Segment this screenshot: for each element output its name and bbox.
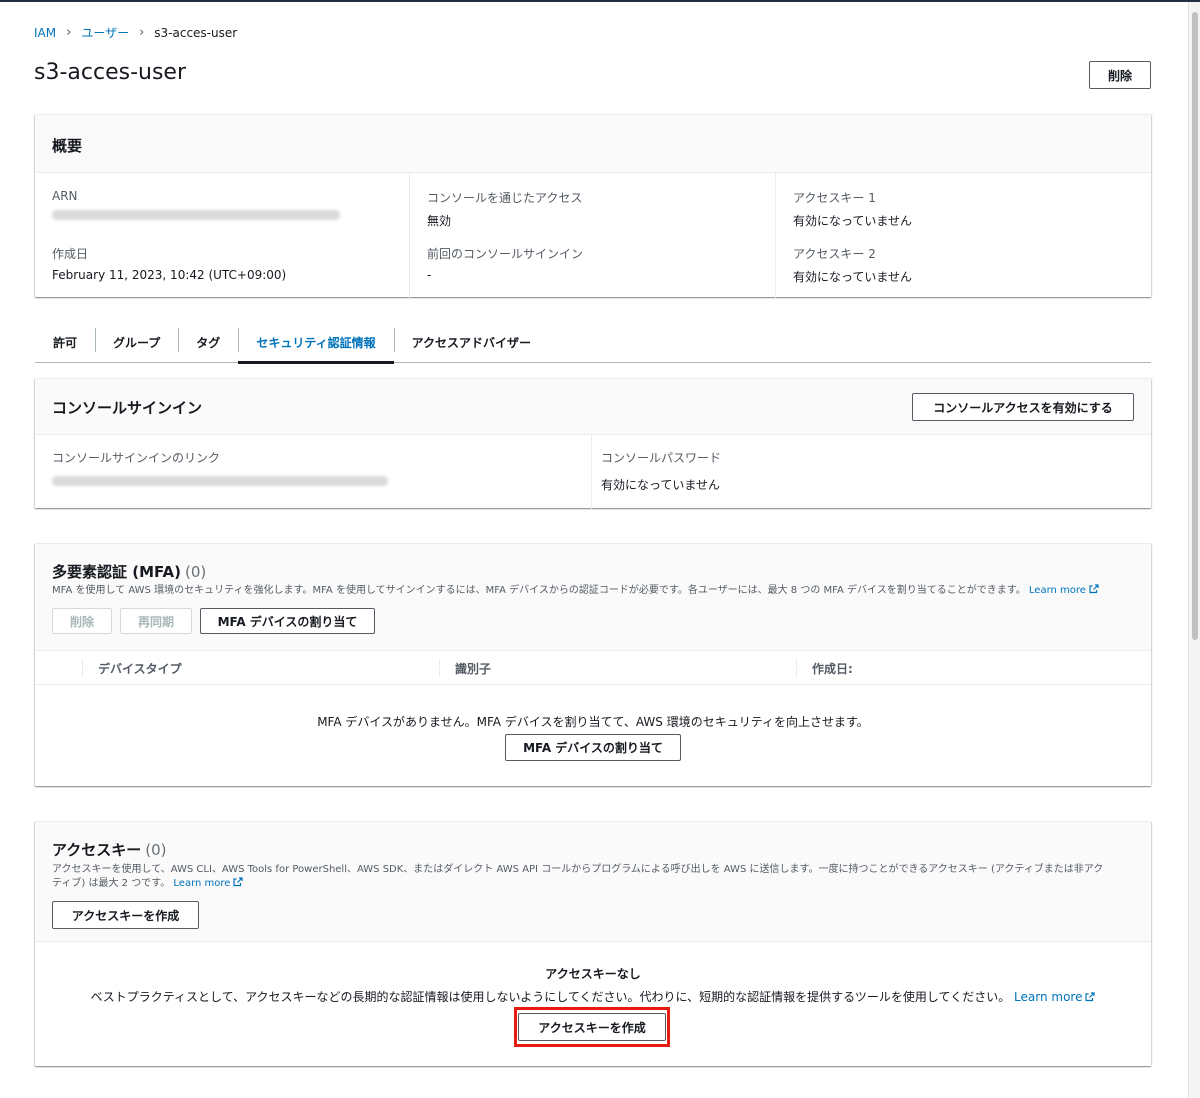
breadcrumb-current: s3-acces-user	[154, 25, 238, 40]
chevron-right-icon: ›	[66, 25, 72, 40]
column-created[interactable]: 作成日:	[796, 651, 853, 685]
access-keys-panel: アクセスキー (0) アクセスキーを使用して、AWS CLI、AWS Tools …	[35, 821, 1151, 1066]
page-title: s3-acces-user	[34, 60, 186, 85]
no-access-keys-learn-more-link[interactable]: Learn more	[1014, 990, 1082, 1004]
last-signin-label: 前回のコンソールサインイン	[427, 247, 584, 261]
console-access-value: 無効	[427, 214, 452, 228]
tab-permissions[interactable]: 許可	[35, 322, 95, 362]
console-password-value: 有効になっていません	[601, 478, 721, 492]
console-signin-header: コンソールサインイン コンソールアクセスを有効にする	[35, 379, 1151, 435]
delete-user-button[interactable]: 削除	[1089, 61, 1151, 89]
external-link-icon	[1085, 992, 1096, 1002]
tab-security-credentials[interactable]: セキュリティ認証情報	[238, 322, 394, 364]
access-key-2-value: 有効になっていません	[793, 270, 913, 284]
access-key-1-value: 有効になっていません	[793, 214, 913, 228]
console-link-column: コンソールサインインのリンク	[35, 435, 591, 509]
mfa-delete-button[interactable]: 削除	[52, 608, 112, 634]
mfa-title: 多要素認証 (MFA) (0)	[52, 561, 206, 582]
created-value: February 11, 2023, 10:42 (UTC+09:00)	[52, 268, 287, 282]
mfa-table-header: デバイスタイプ 識別子 作成日:	[35, 651, 1151, 685]
no-access-keys-title: アクセスキーなし	[545, 967, 641, 981]
summary-title: 概要	[52, 137, 83, 155]
vertical-scrollbar[interactable]	[1188, 2, 1200, 1098]
mfa-panel: 多要素認証 (MFA) (0) MFA を使用して AWS 環境のセキュリティを強…	[35, 543, 1151, 786]
mfa-learn-more-link[interactable]: Learn more	[1029, 585, 1086, 596]
summary-header: 概要	[35, 115, 1151, 173]
created-field: 作成日 February 11, 2023, 10:42 (UTC+09:00)	[52, 245, 286, 282]
no-access-keys-message: ベストプラクティスとして、アクセスキーなどの長期的な認証情報は使用しないようにし…	[35, 988, 1151, 1005]
mfa-title-text: 多要素認証 (MFA)	[52, 563, 181, 581]
scrollbar-thumb[interactable]	[1192, 12, 1198, 640]
column-device-type[interactable]: デバイスタイプ	[82, 651, 182, 685]
chevron-right-icon: ›	[139, 25, 145, 40]
tab-access-advisor[interactable]: アクセスアドバイザー	[393, 322, 549, 362]
console-password-label: コンソールパスワード	[601, 451, 722, 465]
console-signin-title: コンソールサインイン	[52, 399, 203, 417]
no-access-keys-text: ベストプラクティスとして、アクセスキーなどの長期的な認証情報は使用しないようにし…	[90, 990, 1011, 1004]
console-access-field: コンソールを通じたアクセス 無効	[427, 189, 582, 229]
assign-mfa-empty-button[interactable]: MFA デバイスの割り当て	[505, 734, 681, 761]
mfa-button-row: 削除 再同期 MFA デバイスの割り当て	[52, 608, 375, 634]
access-keys-description-line2: ティブ) は最大 2 つです。	[52, 878, 171, 889]
access-keys-description-line1: アクセスキーを使用して、AWS CLI、AWS Tools for PowerS…	[52, 864, 1104, 875]
access-keys-title: アクセスキー (0)	[52, 839, 167, 860]
access-keys-count: (0)	[145, 841, 167, 859]
column-identifier[interactable]: 識別子	[439, 651, 491, 685]
last-signin-field: 前回のコンソールサインイン -	[427, 245, 583, 282]
external-link-icon	[1089, 584, 1099, 594]
console-link-label: コンソールサインインのリンク	[52, 451, 221, 465]
breadcrumb-iam-link[interactable]: IAM	[34, 26, 56, 40]
breadcrumb: IAM › ユーザー › s3-acces-user	[34, 24, 237, 41]
summary-column-1: ARN 作成日 February 11, 2023, 10:42 (UTC+09…	[35, 173, 409, 298]
access-keys-learn-more-link[interactable]: Learn more	[173, 878, 230, 889]
mfa-resync-button[interactable]: 再同期	[120, 608, 192, 634]
mfa-count: (0)	[185, 563, 207, 581]
summary-column-2: コンソールを通じたアクセス 無効 前回のコンソールサインイン -	[409, 173, 775, 298]
mfa-header: 多要素認証 (MFA) (0) MFA を使用して AWS 環境のセキュリティを強…	[35, 544, 1151, 651]
summary-column-3: アクセスキー 1 有効になっていません アクセスキー 2 有効になっていません	[775, 173, 1151, 298]
console-signin-panel: コンソールサインイン コンソールアクセスを有効にする コンソールサインインのリン…	[35, 378, 1151, 509]
access-key-2-field: アクセスキー 2 有効になっていません	[793, 245, 912, 285]
access-key-1-label: アクセスキー 1	[793, 191, 876, 205]
tab-tags[interactable]: タグ	[178, 322, 238, 362]
console-password-column: コンソールパスワード 有効になっていません	[591, 435, 1151, 509]
access-key-1-field: アクセスキー 1 有効になっていません	[793, 189, 912, 229]
mfa-description-text: MFA を使用して AWS 環境のセキュリティを強化します。MFA を使用してサ…	[52, 585, 1026, 596]
summary-panel: 概要 ARN 作成日 February 11, 2023, 10:42 (UTC…	[35, 114, 1151, 298]
mfa-description: MFA を使用して AWS 環境のセキュリティを強化します。MFA を使用してサ…	[52, 584, 1099, 598]
tab-groups[interactable]: グループ	[95, 322, 178, 362]
assign-mfa-button[interactable]: MFA デバイスの割り当て	[200, 608, 375, 634]
last-signin-value: -	[427, 268, 432, 282]
console-link-field: コンソールサインインのリンク	[52, 449, 388, 489]
console-access-label: コンソールを通じたアクセス	[427, 191, 583, 205]
create-access-key-button[interactable]: アクセスキーを作成	[52, 901, 199, 929]
create-access-key-empty-button[interactable]: アクセスキーを作成	[518, 1013, 666, 1041]
access-keys-title-text: アクセスキー	[52, 841, 142, 859]
console-link-value-redacted[interactable]	[52, 475, 388, 489]
access-keys-header: アクセスキー (0) アクセスキーを使用して、AWS CLI、AWS Tools …	[35, 822, 1151, 942]
top-border	[0, 0, 1200, 2]
tab-bar: 許可 グループ タグ セキュリティ認証情報 アクセスアドバイザー	[35, 322, 1151, 364]
arn-value-redacted	[52, 209, 340, 223]
access-key-2-label: アクセスキー 2	[793, 247, 876, 261]
mfa-empty-message: MFA デバイスがありません。MFA デバイスを割り当てて、AWS 環境のセキュ…	[317, 715, 869, 729]
created-label: 作成日	[52, 247, 89, 261]
access-keys-description: アクセスキーを使用して、AWS CLI、AWS Tools for PowerS…	[52, 863, 1127, 891]
arn-label: ARN	[52, 189, 78, 203]
external-link-icon	[233, 877, 244, 887]
breadcrumb-users-link[interactable]: ユーザー	[81, 24, 129, 41]
enable-console-access-button[interactable]: コンソールアクセスを有効にする	[912, 393, 1134, 421]
arn-field: ARN	[52, 189, 340, 223]
console-password-field: コンソールパスワード 有効になっていません	[601, 449, 721, 493]
